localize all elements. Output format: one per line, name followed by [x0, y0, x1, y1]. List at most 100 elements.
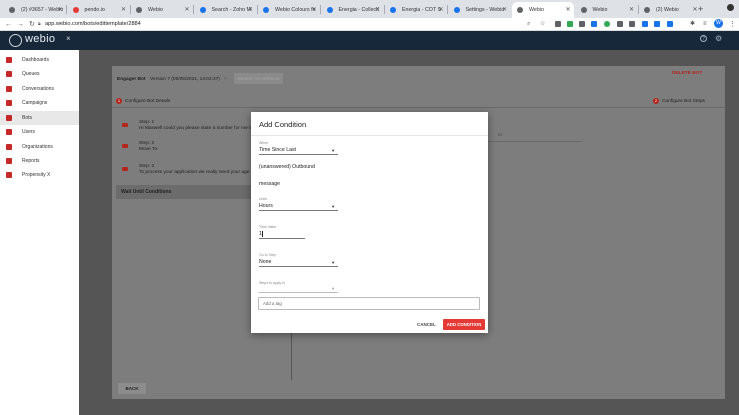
tab-favicon-icon — [263, 7, 269, 13]
when-select[interactable]: Time Since Last — [259, 147, 296, 153]
browser-tab[interactable]: Webio ✕ — [576, 2, 638, 18]
browser-tab[interactable]: Search - Zoho M ✕ — [195, 2, 257, 18]
browser-tab[interactable]: (2) #3657 - Webio ✕ — [4, 2, 66, 18]
dialog-title: Add Condition — [259, 120, 307, 129]
extension-icon[interactable] — [642, 21, 648, 27]
tab-search-icon[interactable] — [727, 4, 734, 11]
tab-close-icon[interactable]: ✕ — [121, 2, 126, 18]
extension-icon[interactable] — [567, 21, 573, 27]
units-select[interactable]: Hours — [259, 203, 273, 209]
new-tab-button[interactable]: + — [698, 3, 703, 15]
add-tag-input[interactable]: Add a tag — [258, 297, 480, 310]
browser-tab[interactable]: (2) Webio ✕ — [639, 2, 701, 18]
sidebar-item-users[interactable]: Users — [0, 125, 79, 139]
cancel-button[interactable]: CANCEL — [417, 322, 436, 327]
step-number-badge: 2 — [653, 98, 659, 104]
browser-tab[interactable]: Webio ✕ — [512, 2, 574, 18]
forward-arrow-icon[interactable]: → — [17, 19, 24, 30]
browser-tab[interactable]: Settings - Webio ✕ — [449, 2, 511, 18]
tab-close-icon[interactable]: ✕ — [248, 2, 253, 18]
extension-icon[interactable] — [667, 21, 673, 27]
step-description: Move To: — [139, 146, 159, 152]
step-description: To process your application we really ne… — [139, 169, 265, 175]
unanswered-outbound-text: (unanswered) Outbound — [259, 164, 315, 170]
chevron-down-icon: ▾ — [224, 77, 227, 82]
browser-tab[interactable]: Webio Colours fo ✕ — [258, 2, 320, 18]
tab-close-icon[interactable]: ✕ — [184, 2, 189, 18]
organization-icon — [6, 144, 12, 150]
steps-to-apply-label: Steps to apply to — [259, 281, 286, 285]
tab-close-icon[interactable]: ✕ — [502, 2, 507, 18]
campaign-icon — [6, 100, 12, 106]
message-icon — [122, 123, 128, 127]
step-item[interactable]: Step: 2 Move To: — [139, 141, 158, 152]
step-item[interactable]: Step: 3 To process your application we r… — [139, 164, 264, 175]
search-icon[interactable]: ⌕ — [527, 19, 530, 30]
tab-favicon-icon — [72, 7, 79, 13]
divider — [251, 135, 488, 136]
sidebar-item-queues[interactable]: Queues — [0, 67, 79, 81]
tab-title: Webio — [148, 7, 163, 13]
bot-version[interactable]: Version 7 (05/05/2021, 14:02:27) — [150, 77, 220, 82]
extension-icon[interactable] — [591, 21, 597, 27]
sidebar-item-campaigns[interactable]: Campaigns — [0, 96, 79, 110]
add-condition-button[interactable]: ADD CONDITION — [443, 319, 485, 330]
back-button[interactable]: BACK — [118, 383, 146, 394]
tab-close-icon[interactable]: ✕ — [57, 2, 62, 18]
tab-title: Webio — [592, 7, 608, 13]
sidebar-item-conversations[interactable]: Conversations — [0, 82, 79, 96]
extension-icon[interactable] — [617, 21, 623, 27]
sidebar-item-propensity-x[interactable]: Propensity X — [0, 168, 79, 182]
extension-icon[interactable] — [579, 21, 585, 27]
tab-title: Webio — [529, 7, 544, 13]
configure-details-label[interactable]: Configure Bot Details — [125, 99, 170, 104]
extension-icon[interactable] — [604, 21, 610, 27]
back-arrow-icon[interactable]: ← — [5, 19, 12, 30]
reload-icon[interactable]: ↻ — [29, 19, 35, 30]
browser-tab[interactable]: Energia - Collecti ✕ — [322, 2, 384, 18]
browser-tab[interactable]: Energia - COT S ✕ — [385, 2, 447, 18]
queue-icon — [6, 71, 12, 77]
tab-title: pendo.io — [84, 7, 105, 13]
sidebar-item-reports[interactable]: Reports — [0, 154, 79, 168]
more-menu-icon[interactable]: ⋮ — [729, 19, 736, 30]
propensity-icon — [6, 172, 12, 178]
wait-until-conditions-bar[interactable]: Wait Until Conditions — [116, 185, 252, 199]
extension-icon[interactable] — [555, 21, 561, 27]
reading-list-icon[interactable]: ≡ — [703, 19, 707, 30]
extensions-puzzle-icon[interactable]: ✱ — [690, 19, 695, 30]
sidebar-item-organizations[interactable]: Organizations — [0, 140, 79, 154]
go-to-step-label: Go to Step — [259, 253, 276, 257]
right-panel-text: to — [498, 133, 503, 138]
settings-gear-icon[interactable]: ⚙︎ — [715, 34, 722, 43]
extension-icon[interactable] — [629, 21, 635, 27]
go-to-step-select[interactable]: None — [259, 259, 271, 265]
browser-tab[interactable]: pendo.io ✕ — [68, 2, 130, 18]
tab-close-icon[interactable]: ✕ — [692, 2, 697, 18]
configure-steps-label[interactable]: Configure Bot Steps — [662, 99, 705, 104]
close-icon[interactable]: × — [66, 34, 71, 43]
lock-icon: 🔒︎ — [38, 21, 41, 27]
sidebar-item-label: Propensity X — [22, 172, 51, 178]
bookmark-star-icon[interactable]: ☆ — [540, 19, 545, 30]
app-header: webio × ? ⚙︎ — [0, 31, 739, 50]
browser-toolbar: ← → ↻ 🔒︎ app.webio.com/bots/edittemplate… — [0, 18, 739, 31]
tab-close-icon[interactable]: ✕ — [565, 2, 570, 18]
url-bar[interactable]: app.webio.com/bots/edittemplate/2884 — [45, 20, 141, 29]
tab-close-icon[interactable]: ✕ — [311, 2, 316, 18]
tab-favicon-icon — [517, 7, 523, 13]
tab-close-icon[interactable]: ✕ — [629, 2, 634, 18]
sidebar: Dashboards Queues Conversations Campaigns Bo… — [0, 50, 79, 415]
sidebar-item-bots[interactable]: Bots — [0, 111, 79, 125]
extension-icon[interactable] — [654, 21, 660, 27]
sidebar-item-dashboards[interactable]: Dashboards — [0, 53, 79, 67]
browser-tab[interactable]: Webio ✕ — [131, 2, 193, 18]
delete-bot-link[interactable]: DELETE BOT — [672, 71, 702, 76]
step-item[interactable]: Step: 1 Hi Maxwell could you please stat… — [139, 120, 262, 131]
move-icon — [122, 144, 128, 148]
profile-avatar[interactable]: W — [714, 19, 723, 28]
tab-close-icon[interactable]: ✕ — [438, 2, 443, 18]
help-icon[interactable]: ? — [700, 35, 707, 42]
revert-version-button[interactable]: REVERT TO VERSION — [234, 73, 283, 84]
tab-close-icon[interactable]: ✕ — [375, 2, 380, 18]
